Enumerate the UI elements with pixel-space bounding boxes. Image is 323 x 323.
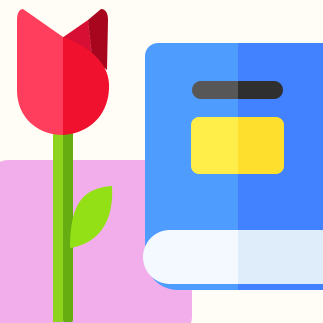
illustration-canvas: [0, 0, 323, 323]
tulip-and-book-illustration: [0, 9, 323, 323]
book-label-left: [191, 117, 238, 174]
book-title-bar-right: [238, 81, 283, 99]
book-pages-right-half: [238, 230, 323, 284]
tulip-stem-left: [53, 118, 63, 322]
tulip-stem-right: [63, 118, 73, 322]
book-title-bar-left: [192, 81, 238, 99]
book-label-right: [238, 117, 284, 174]
tulip-petal-front-left: [17, 9, 63, 135]
book-icon: [143, 43, 323, 290]
book-pages-left-half: [143, 230, 238, 284]
